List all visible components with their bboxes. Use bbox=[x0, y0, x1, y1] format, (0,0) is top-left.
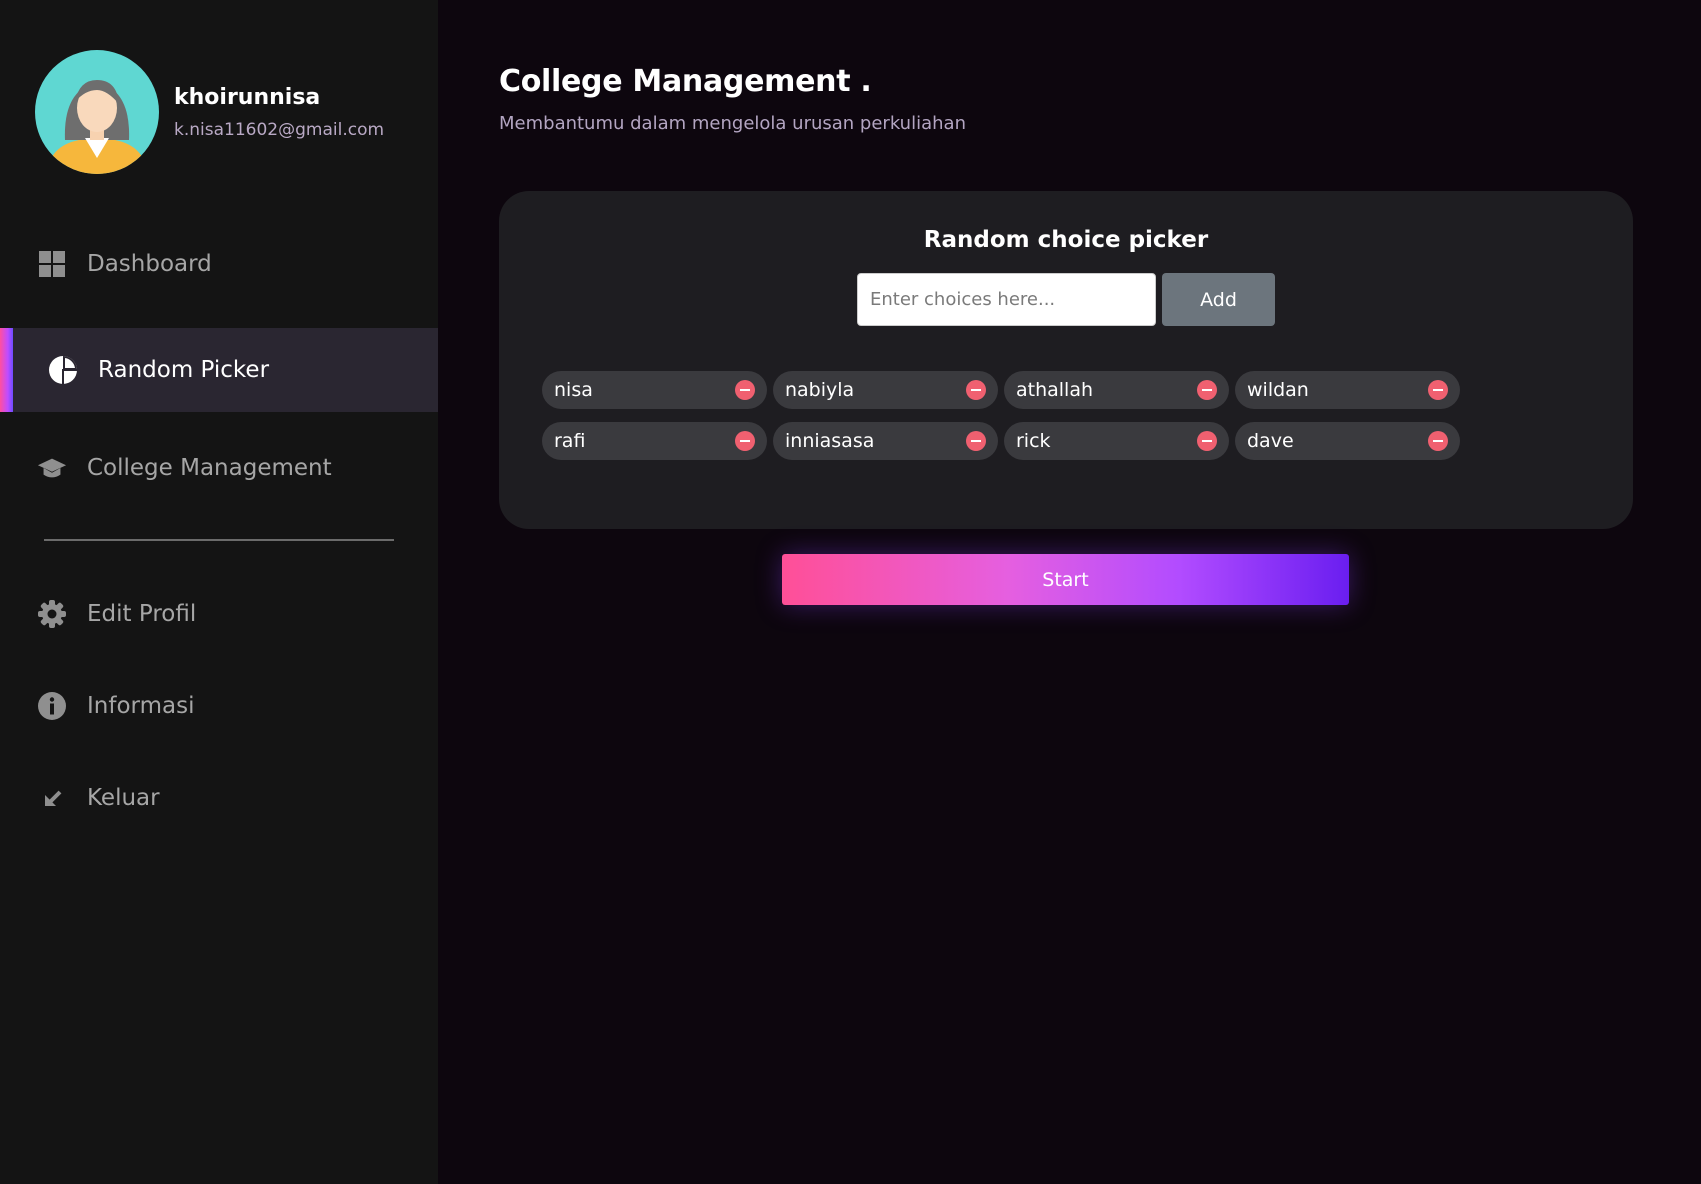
choice-chip: athallah bbox=[1004, 371, 1229, 409]
sidebar-item-edit-profil[interactable]: Edit Profil bbox=[0, 572, 438, 656]
choices-list: nisa nabiyla athallah wildan rafi innias… bbox=[542, 371, 1467, 460]
choice-chip: inniasasa bbox=[773, 422, 998, 460]
sidebar-item-label: College Management bbox=[87, 455, 332, 481]
sidebar-item-keluar[interactable]: Keluar bbox=[0, 756, 438, 840]
add-button[interactable]: Add bbox=[1162, 273, 1275, 326]
profile-name: khoirunnisa bbox=[174, 84, 321, 110]
remove-icon[interactable] bbox=[966, 431, 986, 451]
sidebar-item-college-management[interactable]: College Management bbox=[0, 426, 438, 510]
start-button[interactable]: Start bbox=[782, 554, 1349, 605]
random-picker-card: Random choice picker Add nisa nabiyla at… bbox=[499, 191, 1633, 529]
choice-chip: rafi bbox=[542, 422, 767, 460]
remove-icon[interactable] bbox=[1197, 431, 1217, 451]
graduation-cap-icon bbox=[37, 453, 67, 483]
choice-chip: nabiyla bbox=[773, 371, 998, 409]
choice-label: inniasasa bbox=[785, 430, 875, 452]
choice-chip: dave bbox=[1235, 422, 1460, 460]
choices-input[interactable] bbox=[857, 273, 1156, 326]
sidebar-item-label: Keluar bbox=[87, 785, 160, 811]
sidebar-item-label: Edit Profil bbox=[87, 601, 197, 627]
avatar-illustration bbox=[47, 80, 147, 174]
picker-title: Random choice picker bbox=[923, 227, 1209, 253]
grid-icon bbox=[37, 249, 67, 279]
sidebar-item-dashboard[interactable]: Dashboard bbox=[0, 222, 438, 306]
pie-chart-icon bbox=[48, 355, 78, 385]
choice-chip: rick bbox=[1004, 422, 1229, 460]
choice-label: rick bbox=[1016, 430, 1051, 452]
choice-chip: wildan bbox=[1235, 371, 1460, 409]
profile-card: khoirunnisa k.nisa11602@gmail.com bbox=[35, 50, 384, 174]
remove-icon[interactable] bbox=[735, 431, 755, 451]
choice-label: wildan bbox=[1247, 379, 1309, 401]
choice-label: nisa bbox=[554, 379, 593, 401]
info-icon bbox=[37, 691, 67, 721]
remove-icon[interactable] bbox=[1428, 431, 1448, 451]
sidebar-item-label: Informasi bbox=[87, 693, 195, 719]
page-header: College Management . Membantumu dalam me… bbox=[499, 64, 966, 134]
remove-icon[interactable] bbox=[1428, 380, 1448, 400]
sidebar-item-informasi[interactable]: Informasi bbox=[0, 664, 438, 748]
sidebar: khoirunnisa k.nisa11602@gmail.com Dashbo… bbox=[0, 0, 438, 1184]
page-title: College Management . bbox=[499, 64, 872, 99]
remove-icon[interactable] bbox=[1197, 380, 1217, 400]
choice-chip: nisa bbox=[542, 371, 767, 409]
remove-icon[interactable] bbox=[735, 380, 755, 400]
arrow-down-left-icon bbox=[37, 783, 67, 813]
remove-icon[interactable] bbox=[966, 380, 986, 400]
choice-label: dave bbox=[1247, 430, 1294, 452]
avatar bbox=[35, 50, 159, 174]
sidebar-item-label: Dashboard bbox=[87, 251, 212, 277]
page-subtitle: Membantumu dalam mengelola urusan perkul… bbox=[499, 113, 966, 134]
sidebar-divider bbox=[44, 539, 394, 541]
choice-label: athallah bbox=[1016, 379, 1094, 401]
choice-label: nabiyla bbox=[785, 379, 855, 401]
profile-email: k.nisa11602@gmail.com bbox=[174, 119, 385, 140]
sidebar-item-random-picker[interactable]: Random Picker bbox=[0, 328, 438, 412]
sidebar-item-label: Random Picker bbox=[98, 357, 270, 383]
gear-icon bbox=[37, 599, 67, 629]
choice-label: rafi bbox=[554, 430, 586, 452]
